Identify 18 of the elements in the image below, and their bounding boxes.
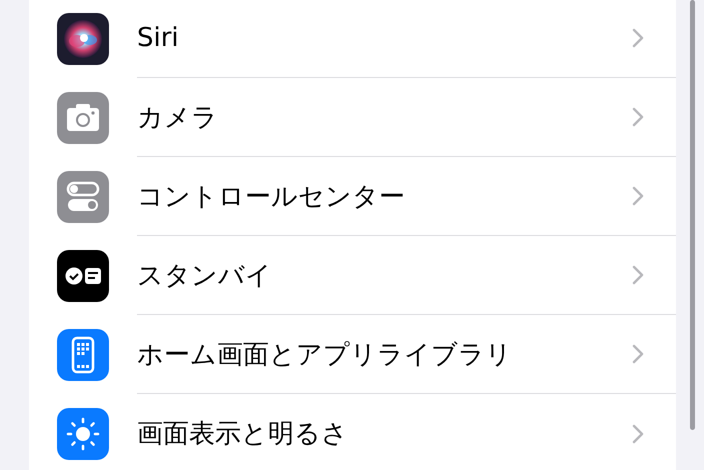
siri-icon: [57, 12, 109, 64]
chevron-icon: [632, 186, 644, 206]
sun-icon: [57, 408, 109, 460]
setting-label[interactable]: ホーム画面とアプリライブラリ: [137, 336, 512, 372]
chevron-icon: [632, 28, 644, 48]
switches-icon: [57, 170, 109, 222]
clock-note-icon: [57, 250, 109, 302]
phone-icon: [57, 328, 109, 380]
chevron-icon: [632, 107, 644, 127]
camera-icon: [57, 92, 109, 144]
setting-label[interactable]: 画面表示と明るさ: [137, 416, 348, 451]
setting-label[interactable]: コントロールセンター: [137, 178, 405, 214]
chevron-icon: [632, 344, 644, 364]
setting-label[interactable]: Siri: [137, 23, 179, 53]
setting-label[interactable]: スタンバイ: [137, 258, 272, 292]
chevron-icon: [632, 265, 644, 285]
setting-label[interactable]: カメラ: [137, 100, 218, 134]
chevron-icon: [632, 424, 644, 444]
